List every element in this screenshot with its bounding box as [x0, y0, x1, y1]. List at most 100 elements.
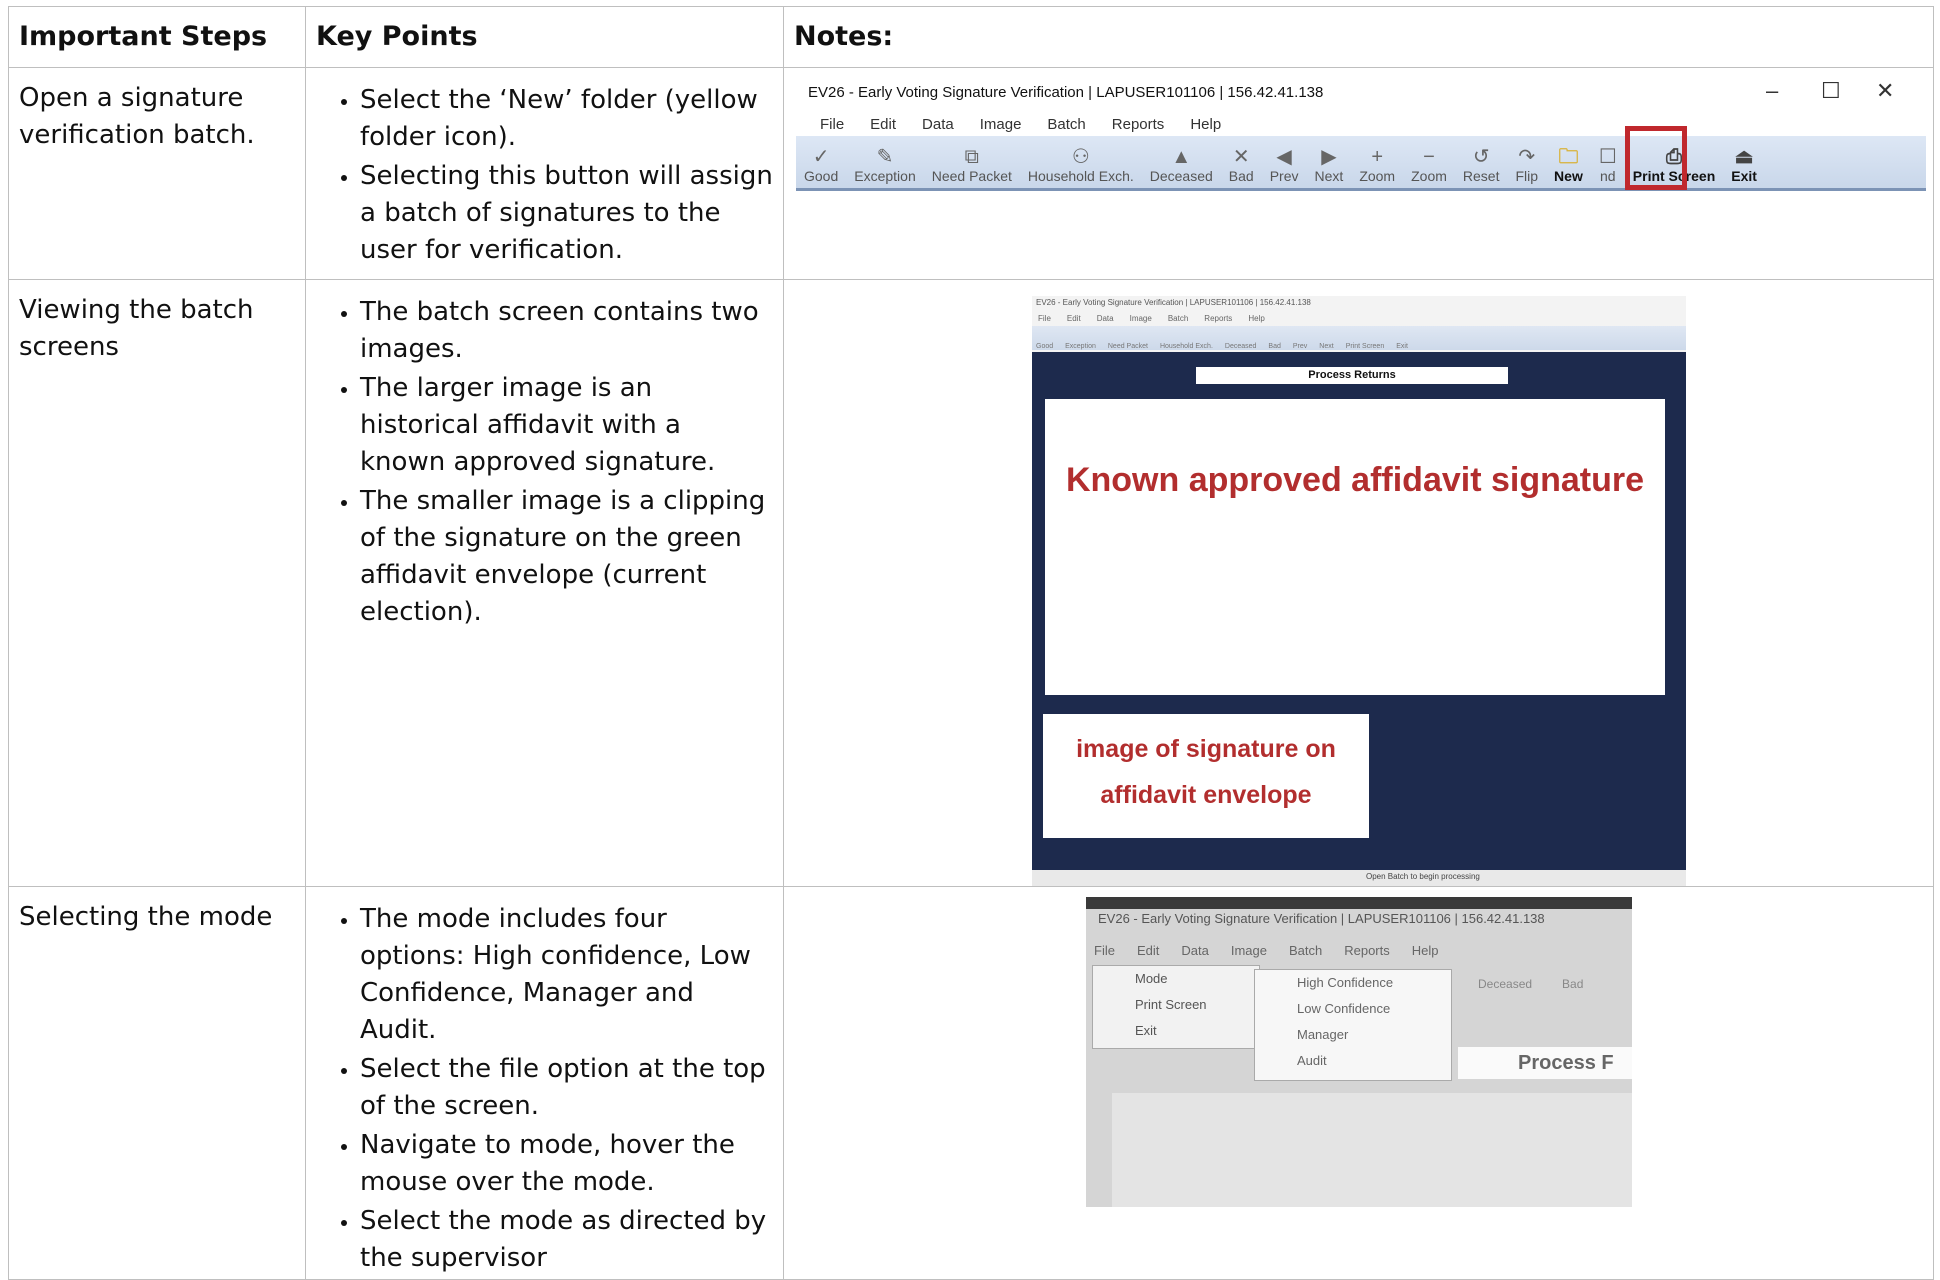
zoom-out-button[interactable]: − Zoom	[1403, 136, 1455, 188]
prev-button[interactable]: ◀ Prev	[1262, 136, 1307, 188]
exception-icon: ✎	[876, 146, 894, 168]
file-menu-dropdown: Mode Print Screen Exit	[1092, 965, 1260, 1049]
check-icon: ✓	[812, 146, 830, 168]
image-area	[1112, 1093, 1632, 1207]
next-button[interactable]: Next	[1319, 343, 1333, 350]
notes-cell: EV26 - Early Voting Signature Verificati…	[783, 886, 1934, 1280]
reset-button[interactable]: ↺ Reset	[1455, 136, 1508, 188]
menu-data[interactable]: Data	[922, 116, 954, 133]
mode-manager[interactable]: Manager	[1255, 1022, 1451, 1048]
minimize-icon[interactable]: –	[1766, 78, 1778, 104]
menu-reports[interactable]: Reports	[1344, 943, 1390, 958]
menu-data[interactable]: Data	[1181, 943, 1208, 958]
menu-data[interactable]: Data	[1097, 314, 1114, 323]
exception-button[interactable]: ✎ Exception	[846, 136, 923, 188]
bad-button[interactable]: Bad	[1562, 977, 1583, 991]
key-points-list: The mode includes four options: High con…	[306, 887, 783, 1277]
reset-icon: ↺	[1472, 146, 1490, 168]
menu-item-mode[interactable]: Mode	[1093, 966, 1259, 992]
need-packet-button[interactable]: Need Packet	[1108, 343, 1148, 350]
batch-screen-body: Process Returns Known approved affidavit…	[1032, 352, 1686, 886]
exception-button[interactable]: Exception	[1065, 343, 1096, 350]
packet-icon: ⧉	[964, 146, 979, 168]
step-text: Selecting the mode	[19, 902, 273, 932]
key-point: Select the ‘New’ folder (yellow folder i…	[360, 82, 773, 156]
menu-help[interactable]: Help	[1412, 943, 1439, 958]
header-important-steps: Important Steps	[8, 6, 306, 68]
key-points-list: The batch screen contains two images. Th…	[306, 280, 783, 631]
mode-low-confidence[interactable]: Low Confidence	[1255, 996, 1451, 1022]
mode-menu-screenshot: EV26 - Early Voting Signature Verificati…	[1086, 897, 1632, 1207]
exit-button[interactable]: ⏏ Exit	[1723, 136, 1765, 188]
key-point: The mode includes four options: High con…	[360, 901, 773, 1049]
end-button[interactable]: ☐ nd	[1591, 136, 1625, 188]
need-packet-button[interactable]: ⧉ Need Packet	[924, 136, 1020, 188]
menu-image[interactable]: Image	[980, 116, 1022, 133]
new-button[interactable]: 🗀 New	[1546, 136, 1591, 188]
bad-button[interactable]: ✕ Bad	[1221, 136, 1262, 188]
toolbar: Deceased Bad	[1478, 977, 1583, 991]
status-text: Open Batch to begin processing	[1366, 872, 1480, 881]
flip-button[interactable]: ↷ Flip	[1507, 136, 1546, 188]
key-point: Select the mode as directed by the super…	[360, 1203, 773, 1277]
step-text: Open a signature verification batch.	[19, 83, 255, 150]
key-points-cell: The mode includes four options: High con…	[305, 886, 784, 1280]
menu-image[interactable]: Image	[1130, 314, 1152, 323]
household-icon: ⚇	[1071, 146, 1090, 168]
zoom-in-button[interactable]: + Zoom	[1351, 136, 1403, 188]
toolbar: ✓ Good ✎ Exception ⧉ Need Packet ⚇ Household…	[796, 136, 1926, 191]
step-cell: Viewing the batch screens	[8, 279, 306, 887]
menu-file[interactable]: File	[820, 116, 844, 133]
household-exch-button[interactable]: Household Exch.	[1160, 343, 1213, 350]
print-screen-button[interactable]: Print Screen	[1346, 343, 1385, 350]
menu-reports[interactable]: Reports	[1112, 116, 1165, 133]
menu-bar: File Edit Data Image Batch Reports Help	[820, 116, 1221, 133]
screen-edge	[1086, 897, 1632, 909]
status-bar: Open Batch to begin processing	[1032, 870, 1686, 886]
instruction-table: Important Steps Key Points Notes: Open a…	[8, 6, 1934, 1280]
header-notes: Notes:	[783, 6, 1934, 68]
menu-file[interactable]: File	[1038, 314, 1051, 323]
good-button[interactable]: ✓ Good	[796, 136, 846, 188]
menu-file[interactable]: File	[1094, 943, 1115, 958]
step-text: Viewing the batch screens	[19, 295, 254, 362]
mode-high-confidence[interactable]: High Confidence	[1255, 970, 1451, 996]
plus-icon: +	[1371, 146, 1384, 168]
menu-batch[interactable]: Batch	[1168, 314, 1188, 323]
window-title: EV26 - Early Voting Signature Verificati…	[808, 84, 1324, 101]
menu-bar: File Edit Data Image Batch Reports Help	[1038, 314, 1265, 323]
menu-edit[interactable]: Edit	[870, 116, 896, 133]
key-point: Select the file option at the top of the…	[360, 1051, 773, 1125]
menu-image[interactable]: Image	[1231, 943, 1267, 958]
exit-button[interactable]: Exit	[1396, 343, 1408, 350]
bad-button[interactable]: Bad	[1268, 343, 1280, 350]
prev-button[interactable]: Prev	[1293, 343, 1307, 350]
next-button[interactable]: ▶ Next	[1307, 136, 1352, 188]
close-icon[interactable]: ✕	[1876, 78, 1894, 104]
process-returns-label: Process Returns	[1196, 367, 1508, 384]
menu-edit[interactable]: Edit	[1067, 314, 1081, 323]
maximize-icon[interactable]: ☐	[1821, 78, 1841, 104]
menu-reports[interactable]: Reports	[1204, 314, 1232, 323]
household-exch-button[interactable]: ⚇ Household Exch.	[1020, 136, 1142, 188]
good-button[interactable]: Good	[1036, 343, 1053, 350]
key-point: The larger image is an historical affida…	[360, 370, 773, 481]
menu-item-exit[interactable]: Exit	[1093, 1018, 1259, 1044]
step-cell: Open a signature verification batch.	[8, 67, 306, 280]
mode-submenu: High Confidence Low Confidence Manager A…	[1254, 969, 1452, 1081]
deceased-button[interactable]: Deceased	[1478, 977, 1532, 991]
menu-help[interactable]: Help	[1248, 314, 1264, 323]
menu-help[interactable]: Help	[1190, 116, 1221, 133]
menu-item-print-screen[interactable]: Print Screen	[1093, 992, 1259, 1018]
menu-batch[interactable]: Batch	[1047, 116, 1085, 133]
notes-cell: EV26 - Early Voting Signature Verificati…	[783, 67, 1934, 280]
known-signature-image: Known approved affidavit signature	[1045, 399, 1665, 695]
mode-audit[interactable]: Audit	[1255, 1048, 1451, 1074]
x-icon: ✕	[1232, 146, 1250, 168]
step-cell: Selecting the mode	[8, 886, 306, 1280]
deceased-button[interactable]: Deceased	[1225, 343, 1257, 350]
menu-batch[interactable]: Batch	[1289, 943, 1322, 958]
menu-edit[interactable]: Edit	[1137, 943, 1159, 958]
tombstone-icon: ▲	[1171, 146, 1192, 168]
deceased-button[interactable]: ▲ Deceased	[1142, 136, 1221, 188]
